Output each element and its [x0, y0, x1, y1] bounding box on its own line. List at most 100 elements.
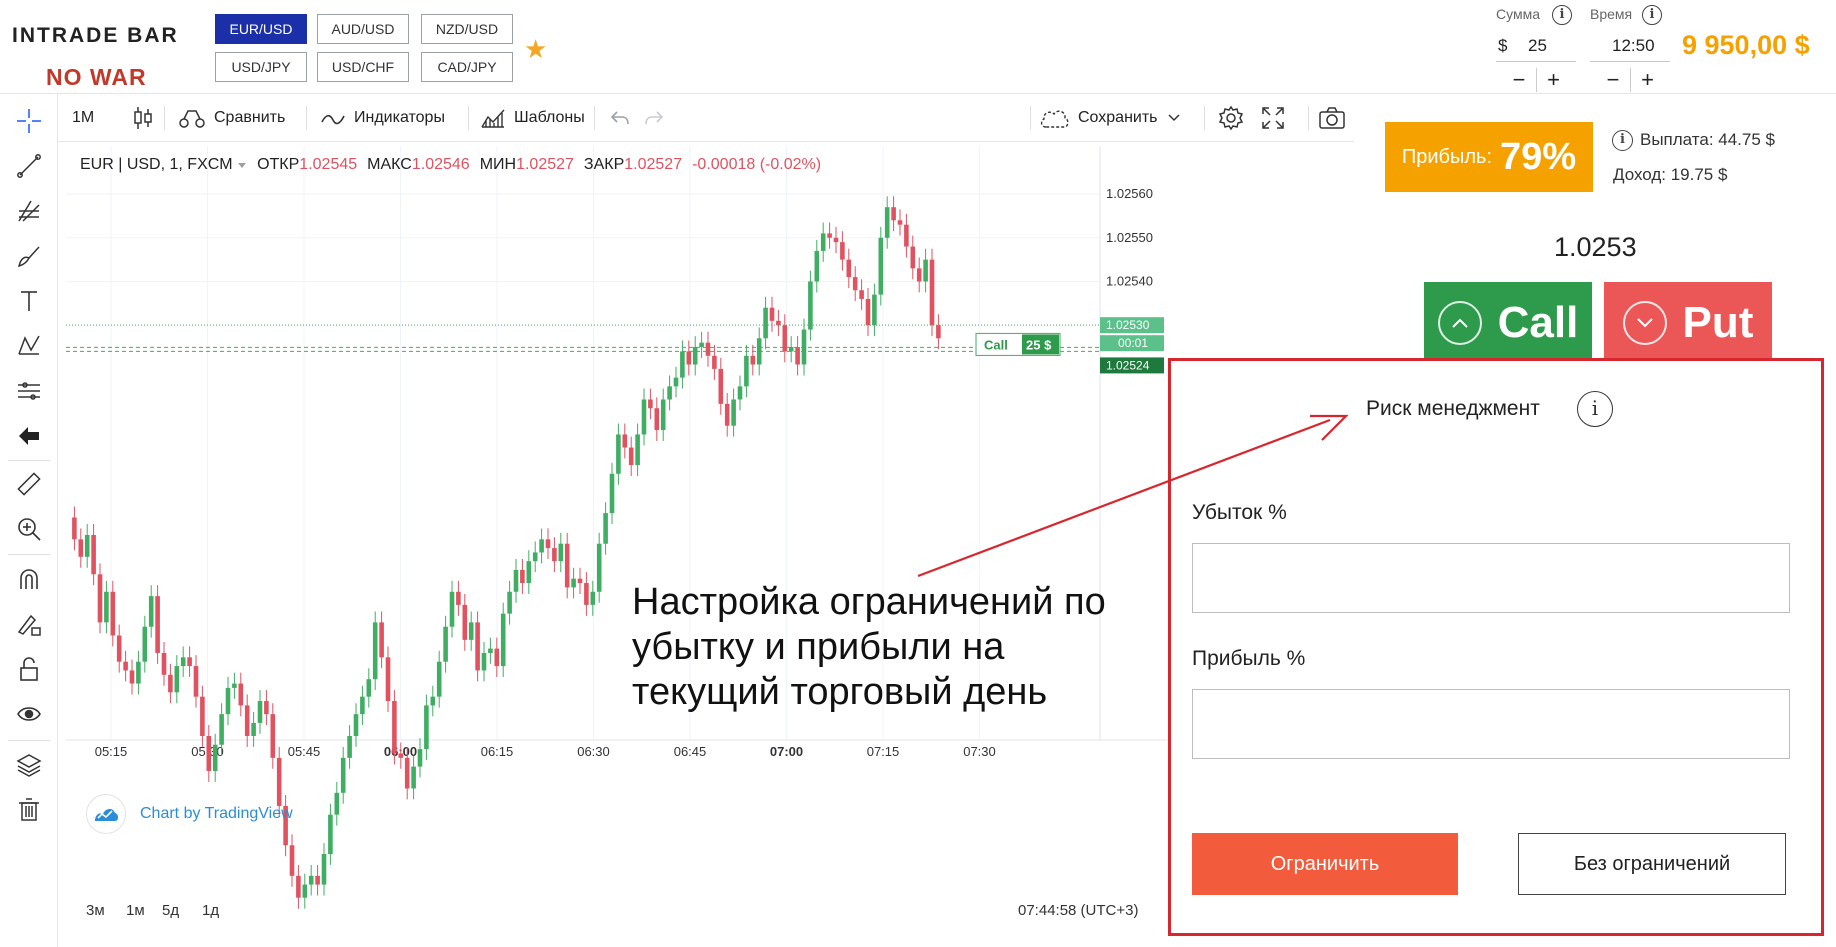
ruler-icon[interactable]	[14, 469, 44, 499]
range-1d[interactable]: 1д	[202, 902, 219, 919]
x-tick-label: 05:15	[95, 744, 128, 759]
candle-body	[507, 591, 512, 614]
amount-plus-button[interactable]: +	[1536, 67, 1570, 92]
toolbar-divider	[468, 106, 469, 130]
time-stepper[interactable]: − +	[1596, 67, 1664, 92]
measure-ranges-icon[interactable]	[14, 376, 44, 406]
pair-button-aud-usd[interactable]: AUD/USD	[317, 14, 409, 44]
profit-badge: Прибыль: 79%	[1385, 122, 1593, 192]
pair-button-eur-usd[interactable]: EUR/USD	[215, 14, 307, 44]
range-5d[interactable]: 5д	[162, 902, 179, 919]
no-limit-button[interactable]: Без ограничений	[1518, 833, 1786, 895]
candle-body	[219, 714, 224, 745]
candle-body	[827, 233, 832, 238]
eye-icon[interactable]	[14, 699, 44, 729]
tradingview-watermark[interactable]: Chart by TradingView	[86, 794, 293, 834]
candle-body	[366, 679, 372, 697]
candle-body	[257, 701, 263, 723]
current-price: 1.0253	[1554, 232, 1637, 262]
price-chart[interactable]: 05:1505:3005:4506:0006:1506:3006:4507:00…	[66, 146, 1358, 930]
amount-label: Сумма	[1496, 6, 1540, 22]
candle-body	[750, 355, 756, 365]
candle-body	[193, 666, 199, 697]
loss-percent-input[interactable]	[1192, 543, 1790, 613]
x-tick-label: 05:45	[288, 744, 321, 759]
settings-gear-icon[interactable]	[1218, 94, 1252, 142]
save-button[interactable]: Сохранить	[1038, 94, 1180, 142]
indicators-label: Индикаторы	[354, 109, 445, 126]
time-field[interactable]: 12:50	[1590, 32, 1670, 62]
income-text: Доход: 19.75 $	[1613, 165, 1728, 184]
candle-body	[590, 591, 596, 605]
favorite-star-icon[interactable]: ★	[524, 36, 550, 62]
amount-minus-button[interactable]: −	[1502, 67, 1536, 92]
arrow-back-icon[interactable]	[14, 421, 44, 451]
time-label: Время	[1590, 6, 1633, 22]
magnet-icon[interactable]	[14, 564, 44, 594]
candle-body	[724, 403, 730, 426]
candle-body	[97, 574, 103, 623]
layers-icon[interactable]	[14, 750, 44, 780]
chevron-down-icon	[238, 163, 247, 168]
redo-icon[interactable]	[644, 94, 672, 142]
range-1m[interactable]: 1м	[126, 902, 145, 919]
candle-body	[443, 626, 448, 662]
candle-body	[488, 648, 493, 653]
pair-button-usd-jpy[interactable]: USD/JPY	[215, 52, 307, 82]
candle-body	[718, 368, 724, 404]
candle-body	[347, 736, 352, 758]
call-button[interactable]: Call	[1424, 282, 1592, 364]
zoom-in-icon[interactable]	[14, 514, 44, 544]
candle-body	[500, 613, 506, 667]
pattern-icon[interactable]	[14, 331, 44, 361]
time-plus-button[interactable]: +	[1630, 67, 1664, 92]
pair-button-usd-chf[interactable]: USD/CHF	[317, 52, 409, 82]
fib-retracement-icon[interactable]	[14, 196, 44, 226]
candle-body	[667, 386, 672, 400]
trash-icon[interactable]	[14, 794, 44, 824]
pair-button-cad-jpy[interactable]: CAD/JPY	[421, 52, 513, 82]
interval-button[interactable]: 1M	[72, 94, 94, 142]
put-button[interactable]: Put	[1604, 282, 1772, 364]
indicators-icon	[321, 114, 345, 125]
candle-body	[808, 281, 813, 330]
compare-button[interactable]: Сравнить	[178, 94, 285, 142]
indicators-button[interactable]: Индикаторы	[320, 94, 445, 142]
templates-button[interactable]: Шаблоны	[480, 94, 585, 142]
risk-info-icon[interactable]: i	[1577, 391, 1613, 427]
candle-body	[923, 259, 928, 282]
legend-symbol[interactable]: EUR | USD, 1, FXCM	[80, 156, 233, 173]
candle-body	[648, 399, 653, 409]
candle-body	[494, 648, 500, 667]
candle-body	[244, 705, 250, 736]
amount-field[interactable]: $ 25	[1496, 32, 1576, 62]
profit-percent-input[interactable]	[1192, 689, 1790, 759]
payout-info-icon[interactable]: i	[1612, 130, 1633, 151]
range-3m[interactable]: 3м	[86, 902, 105, 919]
annotation-text: Настройка ограничений по убытку и прибыл…	[632, 581, 1106, 713]
camera-icon[interactable]	[1318, 94, 1354, 142]
unlock-icon[interactable]	[14, 654, 44, 684]
amount-stepper[interactable]: − +	[1502, 67, 1570, 92]
amount-info-icon[interactable]: i	[1552, 5, 1572, 25]
apply-limit-button[interactable]: Ограничить	[1192, 833, 1458, 895]
text-tool-icon[interactable]	[14, 286, 44, 316]
time-info-icon[interactable]: i	[1642, 5, 1662, 25]
fullscreen-icon[interactable]	[1262, 94, 1292, 142]
time-minus-button[interactable]: −	[1596, 67, 1630, 92]
pair-button-nzd-usd[interactable]: NZD/USD	[421, 14, 513, 44]
logo-tagline: NO WAR	[46, 64, 147, 90]
candle-body	[910, 246, 916, 269]
chart-legend: EUR | USD, 1, FXCM ОТКР1.02545 МАКС1.025…	[80, 156, 821, 174]
candle-body	[609, 473, 615, 514]
brush-icon[interactable]	[14, 241, 44, 271]
candle-body	[379, 622, 384, 658]
app-window: INTRADE BAR NO WAR EUR/USD AUD/USD NZD/U…	[0, 0, 1836, 947]
undo-icon[interactable]	[610, 94, 638, 142]
lock-draw-icon[interactable]	[14, 609, 44, 639]
candle-body	[84, 534, 90, 557]
candle-body	[635, 434, 640, 466]
crosshair-icon[interactable]	[14, 106, 44, 136]
trend-line-icon[interactable]	[14, 151, 44, 181]
candles-icon[interactable]	[132, 94, 162, 142]
